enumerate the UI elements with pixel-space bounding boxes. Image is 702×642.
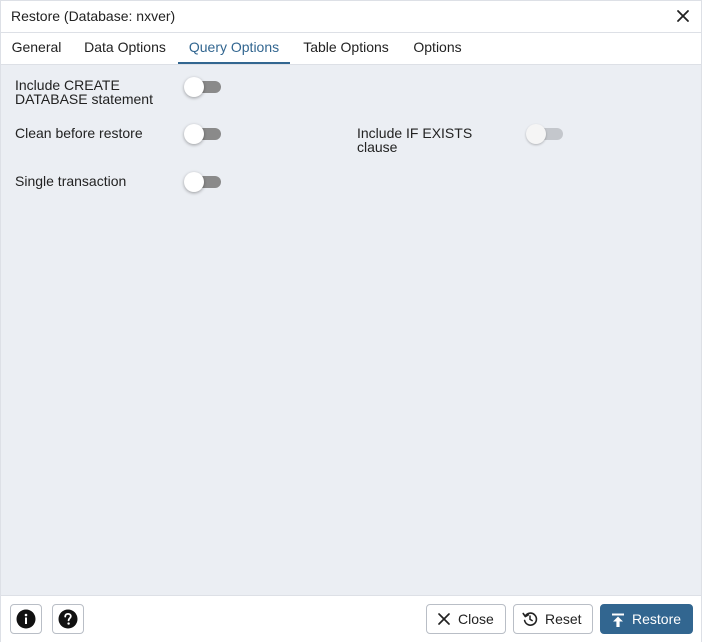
tab-data-options[interactable]: Data Options [72, 33, 178, 62]
tab-options[interactable]: Options [402, 33, 473, 62]
restore-button-label: Restore [632, 611, 682, 627]
include-create-label-line1: Include CREATE [15, 77, 120, 93]
upload-icon [612, 613, 624, 627]
include-if-exists-label: Include IF EXISTS clause [357, 126, 472, 154]
query-options-panel: Include CREATE DATABASE statement Clean … [1, 65, 701, 595]
toggle-knob [526, 124, 546, 144]
dialog-titlebar: Restore (Database: nxver) [1, 1, 701, 33]
close-button-label: Close [458, 611, 494, 627]
tab-table-options[interactable]: Table Options [290, 33, 402, 62]
include-if-exists-label-line1: Include IF EXISTS [357, 125, 473, 141]
close-icon [438, 613, 450, 625]
include-create-label-line2: DATABASE statement [15, 91, 153, 107]
clean-before-restore-label: Clean before restore [15, 125, 143, 141]
restore-button[interactable]: Restore [600, 604, 693, 634]
include-create-toggle[interactable] [184, 77, 224, 97]
reset-icon [522, 612, 538, 626]
close-icon[interactable] [673, 6, 693, 26]
close-button[interactable]: Close [426, 604, 506, 634]
single-transaction-toggle[interactable] [184, 172, 224, 192]
help-button[interactable] [52, 604, 84, 634]
single-transaction-label: Single transaction [15, 173, 127, 189]
clean-before-restore-toggle[interactable] [184, 124, 224, 144]
tab-bar: General Data Options Query Options Table… [1, 33, 701, 65]
toggle-knob [184, 124, 204, 144]
toggle-knob [184, 172, 204, 192]
restore-dialog: Restore (Database: nxver) General Data O… [0, 0, 702, 642]
tab-general[interactable]: General [1, 33, 72, 62]
dialog-title: Restore (Database: nxver) [11, 8, 176, 24]
reset-button[interactable]: Reset [513, 604, 593, 634]
include-if-exists-label-line2: clause [357, 139, 398, 155]
tab-query-options[interactable]: Query Options [178, 33, 290, 64]
dialog-footer: Close Reset Restore [1, 595, 701, 642]
toggle-knob [184, 77, 204, 97]
include-create-label: Include CREATE DATABASE statement [15, 78, 153, 106]
info-button[interactable] [10, 604, 42, 634]
include-if-exists-toggle[interactable] [526, 124, 566, 144]
reset-button-label: Reset [545, 611, 582, 627]
